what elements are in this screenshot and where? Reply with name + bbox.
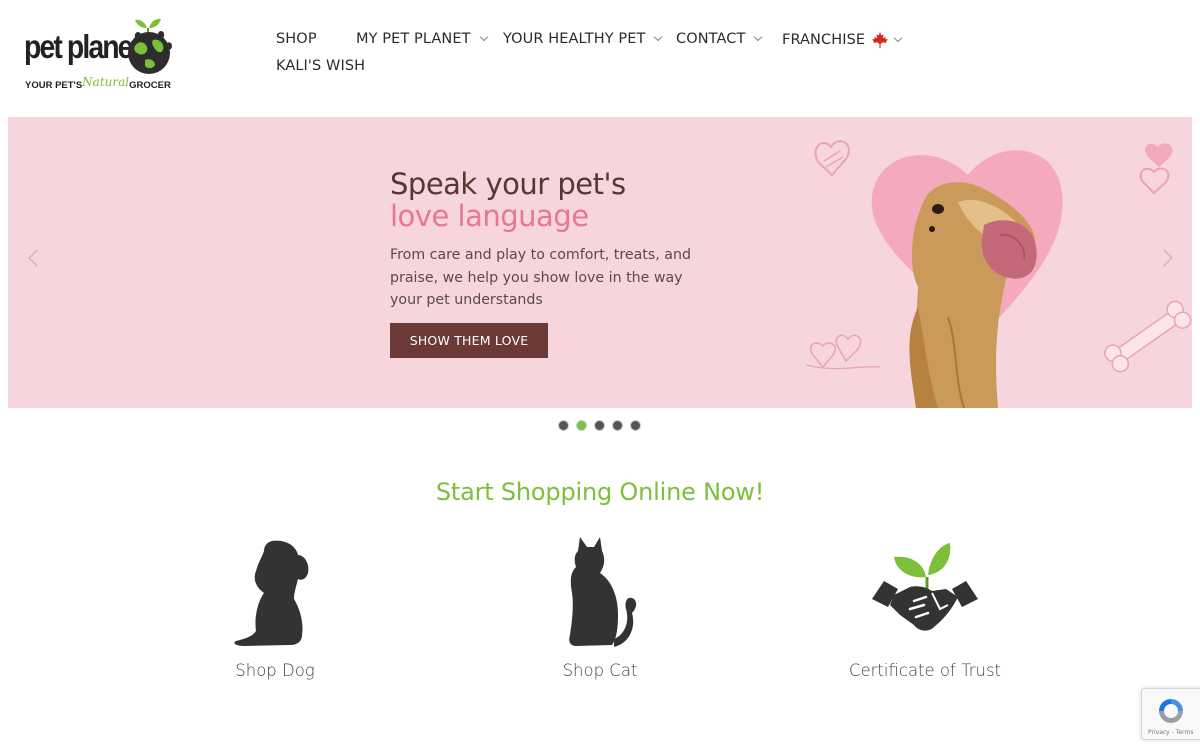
card-label: Shop Dog — [235, 661, 315, 680]
nav-item-kalis-wish[interactable]: KALI'S WISH — [276, 58, 365, 74]
chevron-down-icon — [893, 33, 903, 43]
carousel-dots — [558, 420, 641, 431]
carousel-dot-1[interactable] — [558, 420, 569, 431]
logo-tagline: YOUR PET'SNaturalGROCER — [25, 75, 171, 91]
certificate-of-trust-card[interactable]: Certificate of Trust — [805, 535, 1045, 690]
maple-leaf-icon — [872, 31, 889, 49]
chevron-down-icon — [654, 32, 663, 42]
shop-dog-card[interactable]: Shop Dog — [155, 535, 395, 690]
handshake-sprout-icon — [872, 543, 978, 631]
nav-item-shop[interactable]: SHOP — [276, 31, 317, 47]
tagline-post: GROCER — [129, 80, 171, 91]
nav-label-contact: CONTACT — [676, 31, 746, 47]
cat-silhouette-icon — [569, 537, 637, 647]
section-title: Start Shopping Online Now! — [435, 478, 765, 506]
recaptcha-footer-text[interactable]: Privacy - Terms — [1148, 729, 1193, 736]
nav-label-shop: SHOP — [276, 31, 317, 47]
nav-label-kalis-wish: KALI'S WISH — [276, 58, 366, 74]
dog-heart-illustration — [805, 140, 1192, 408]
show-them-love-button[interactable]: SHOW THEM LOVE — [390, 323, 548, 358]
hero-title-line2: love language — [390, 199, 589, 233]
nav-item-my-pet-planet[interactable]: MY PET PLANET — [356, 31, 488, 47]
carousel-dot-4[interactable] — [612, 420, 623, 431]
carousel-dot-5[interactable] — [630, 420, 641, 431]
nav-label-franchise: FRANCHISE — [782, 32, 866, 48]
carousel-dot-3[interactable] — [594, 420, 605, 431]
carousel-dot-2[interactable] — [576, 420, 587, 431]
tagline-script: Natural — [82, 75, 130, 89]
dog-silhouette-icon — [234, 540, 309, 646]
nav-item-your-healthy-pet[interactable]: YOUR HEALTHY PET — [503, 31, 663, 47]
recaptcha-badge[interactable]: Privacy - Terms — [1141, 688, 1200, 740]
chevron-down-icon — [754, 32, 763, 42]
pet-planet-logo[interactable]: pet planet YOUR PET'SNaturalGROCER — [22, 16, 174, 94]
card-label: Shop Cat — [562, 661, 638, 680]
globe-paw-icon — [128, 18, 172, 74]
hero-carousel: Speak your pet's love language From care… — [8, 117, 1192, 408]
site-header: pet planet YOUR PET'SNaturalGROCER SHOP … — [0, 0, 1200, 117]
card-label: Certificate of Trust — [848, 661, 1002, 680]
recaptcha-icon — [1159, 699, 1183, 723]
nav-label-my-pet-planet: MY PET PLANET — [356, 31, 471, 47]
carousel-prev-arrow-icon[interactable] — [28, 249, 46, 267]
tagline-pre: YOUR PET'S — [25, 80, 83, 91]
nav-label-your-healthy-pet: YOUR HEALTHY PET — [503, 31, 646, 47]
logo-wordmark: pet planet — [24, 28, 141, 65]
hero-title-line1: Speak your pet's — [390, 167, 626, 201]
chevron-down-icon — [479, 32, 488, 42]
nav-item-contact[interactable]: CONTACT — [676, 31, 763, 47]
shop-cat-card[interactable]: Shop Cat — [480, 535, 720, 690]
nav-item-franchise[interactable]: FRANCHISE — [782, 31, 903, 49]
hero-body-text: From care and play to comfort, treats, a… — [390, 247, 691, 308]
